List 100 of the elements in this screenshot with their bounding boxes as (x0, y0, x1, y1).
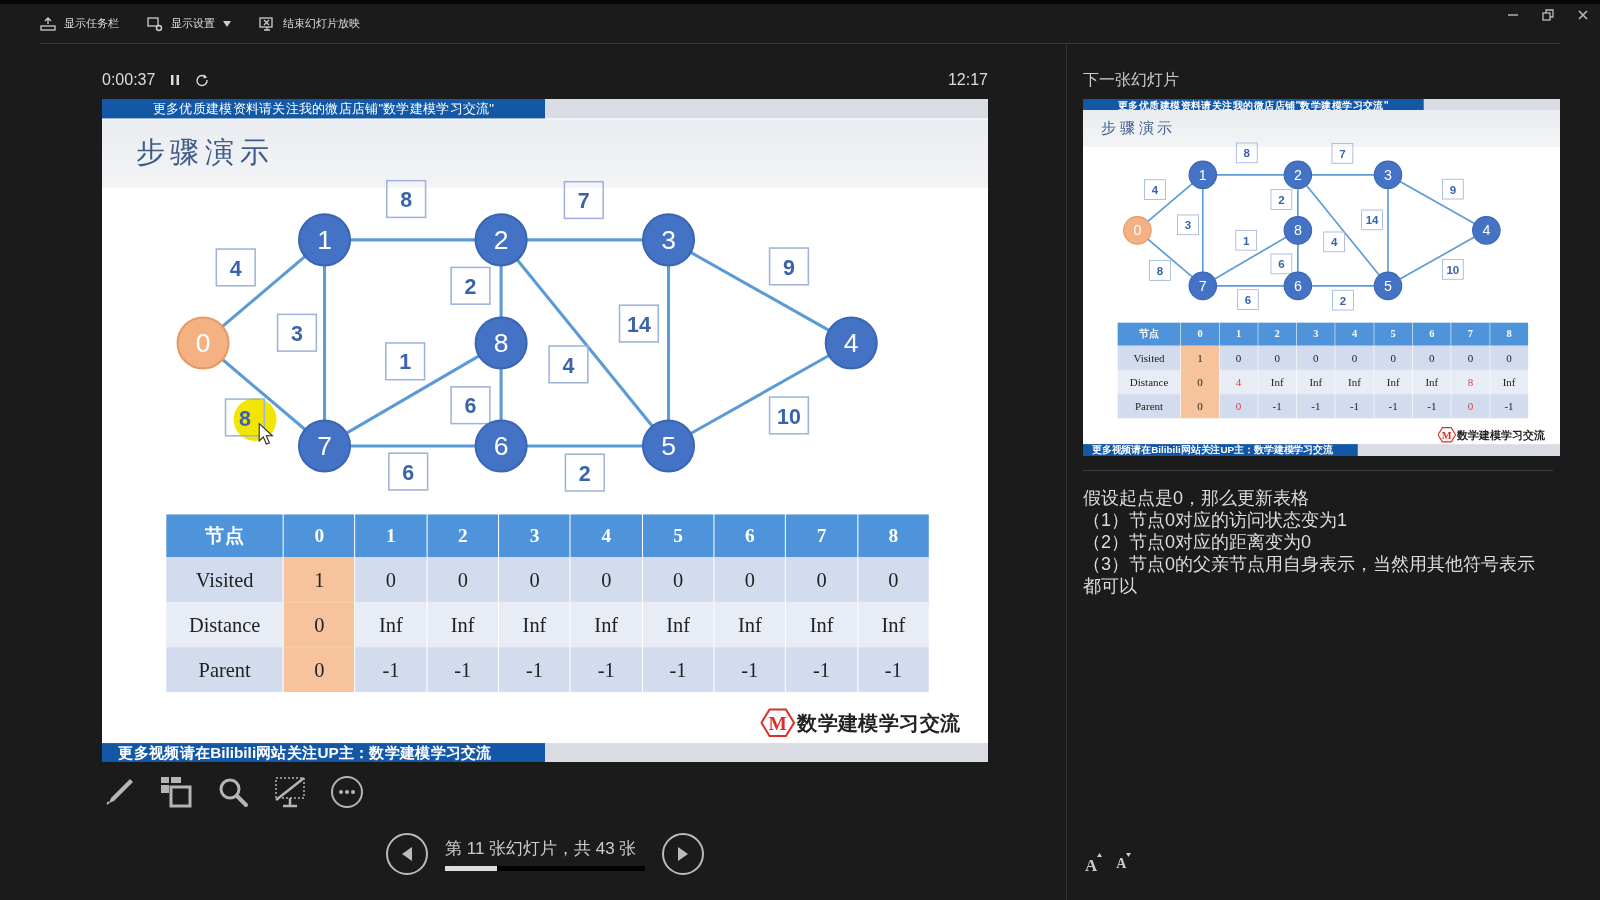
table-header: 4 (1335, 322, 1374, 346)
graph-edge (1297, 187, 1299, 218)
toolbar-button[interactable]: 显示设置 (147, 15, 231, 32)
table-cell: Inf (1374, 369, 1413, 395)
table-cell: 0 (1451, 394, 1490, 419)
table-cell: 1 (284, 557, 355, 603)
graph-node: 1 (298, 213, 352, 267)
banner-text: 更多视频请在Bilibili网站关注UP主：数学建模学习交流 (102, 743, 545, 762)
table-header: 1 (355, 514, 427, 558)
table-cell: -1 (714, 647, 786, 693)
restore-icon[interactable] (1541, 8, 1555, 22)
graph-node: 0 (1123, 216, 1152, 245)
table-cell: 0 (1296, 345, 1335, 370)
graph-node: 1 (1188, 160, 1218, 190)
table-cell: -1 (858, 647, 929, 693)
graph-node: 3 (641, 213, 696, 267)
table-cell: Visited (166, 557, 283, 603)
next-slide-label: 下一张幻灯片 (1083, 70, 1180, 90)
toolbar-button[interactable]: 结束幻灯片放映 (259, 15, 360, 32)
next-icon (676, 846, 690, 862)
table-cell: 0 (499, 557, 570, 603)
table-header: 节点 (1117, 322, 1181, 346)
banner-text: 更多视频请在Bilibili网站关注UP主：数学建模学习交流 (1083, 444, 1358, 456)
table-cell: -1 (427, 647, 499, 693)
table-cell: Inf (1258, 369, 1297, 395)
table-header: 0 (284, 514, 355, 558)
graph-node: 7 (298, 419, 352, 473)
table-cell: 0 (1258, 345, 1297, 370)
table-cell: 0 (714, 557, 786, 603)
table-header: 3 (1296, 322, 1335, 346)
graph-node: 4 (824, 316, 878, 370)
graph-edge (1310, 285, 1376, 287)
speaker-notes: 假设起点是0，那么更新表格 （1）节点0对应的访问状态变为1 （2）节点0对应的距离变为0 （3）节点0的父亲节点用自身表示，当然用其他符号表示都可以 (1083, 487, 1537, 597)
table-header: 5 (642, 514, 714, 558)
table-cell: 0 (786, 557, 857, 603)
caret-icon (223, 19, 231, 28)
graph-node: 4 (1472, 216, 1501, 245)
weight-label: 6 (450, 386, 491, 425)
table-header: 2 (427, 514, 499, 558)
table-header: 6 (1412, 322, 1451, 346)
table-header: 7 (1451, 322, 1490, 346)
table-cell: Inf (1335, 369, 1374, 395)
table-header: 6 (714, 514, 786, 558)
close-icon[interactable] (1576, 8, 1590, 22)
slides-grid-icon[interactable] (159, 775, 193, 809)
restart-icon[interactable] (195, 73, 210, 87)
weight-label: 2 (564, 453, 605, 492)
table-cell: 0 (1451, 345, 1490, 370)
graph-edge (1147, 182, 1194, 223)
graph-node: 6 (474, 419, 528, 473)
table-cell: 1 (1181, 345, 1220, 370)
table-header: 4 (570, 514, 642, 558)
more-icon[interactable] (330, 775, 364, 809)
weight-label: 9 (768, 247, 810, 286)
taskbar-icon (40, 15, 56, 32)
decrease-font-button[interactable]: A (1116, 852, 1132, 878)
graph-edge (1215, 285, 1285, 287)
pause-icon[interactable] (169, 73, 182, 87)
table-cell: Inf (1296, 369, 1335, 395)
table-cell: 0 (570, 557, 642, 603)
graph-edge (499, 368, 503, 421)
toolbar-button[interactable]: 显示任务栏 (40, 15, 119, 32)
logo-text: 数学建模学习交流 (1457, 427, 1546, 443)
weight-label: 4 (548, 345, 589, 384)
screen-slash-icon[interactable] (273, 775, 307, 809)
next-slide-button[interactable] (662, 833, 704, 875)
cursor-icon (258, 422, 274, 445)
graph-edge (1297, 243, 1299, 273)
graph-edge (499, 265, 503, 318)
graph-node: 0 (176, 316, 230, 370)
table-cell: 0 (1181, 394, 1220, 419)
table-cell: 0 (1219, 345, 1258, 370)
table-header: 3 (499, 514, 570, 558)
graph-node: 8 (1283, 216, 1313, 245)
table-cell: Distance (166, 602, 283, 648)
increase-font-button[interactable]: A (1085, 852, 1103, 878)
table-header: 8 (1489, 322, 1529, 346)
table-cell: 8 (1451, 369, 1490, 395)
banner-text: 更多优质建模资料请关注我的微店店铺"数学建模学习交流" (102, 99, 545, 119)
graph-node: 2 (474, 213, 528, 267)
previous-slide-button[interactable] (386, 833, 428, 875)
table-cell: 0 (1489, 345, 1529, 370)
table-cell: Inf (1489, 369, 1529, 395)
graph-node: 7 (1188, 271, 1218, 301)
table-cell: -1 (642, 647, 714, 693)
slide-title: 步骤演示 (1101, 117, 1176, 139)
slide-title: 步骤演示 (135, 134, 275, 172)
table-cell: 0 (1335, 345, 1374, 370)
table-header: 2 (1258, 322, 1297, 346)
clock-time: 12:17 (947, 70, 988, 90)
graph-node: 8 (474, 316, 528, 370)
table-header: 7 (786, 514, 857, 558)
table-header: 5 (1374, 322, 1413, 346)
table-cell: 0 (284, 602, 355, 648)
table-cell: 0 (1374, 345, 1413, 370)
table-cell: -1 (1489, 394, 1529, 419)
table-cell: -1 (1412, 394, 1451, 419)
table-cell: 0 (642, 557, 714, 603)
graph-node: 3 (1373, 160, 1403, 190)
table-cell: -1 (1335, 394, 1374, 419)
